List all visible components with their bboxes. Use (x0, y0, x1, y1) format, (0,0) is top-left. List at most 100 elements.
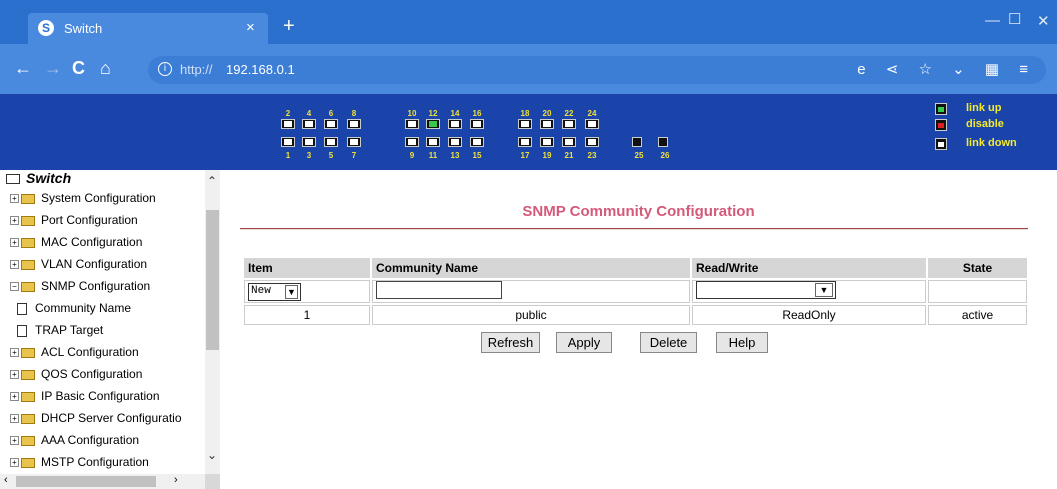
refresh-button[interactable]: Refresh (481, 332, 540, 353)
chevron-down-icon: ▼ (285, 285, 298, 299)
port-status-banner: 2 4 6 8 10 12 14 16 18 20 22 24 1 3 5 7 9 11 13 15 17 19 21 23 2… (0, 94, 1057, 170)
sidebar-item-acl-configuration[interactable]: + ACL Configuration (10, 345, 139, 365)
sidebar-item-aaa-configuration[interactable]: + AAA Configuration (10, 433, 139, 453)
legend-disable-icon (935, 119, 947, 131)
browser-tab-bar: S Switch × + — ☐ ✕ (0, 0, 1057, 44)
item-cell: New ▼ (244, 280, 370, 303)
page-title: SNMP Community Configuration (522, 203, 755, 220)
port-4-icon[interactable] (302, 117, 316, 129)
address-bar-row: ← → C ⌂ i http:// 192.168.0.1 e ⋖ ☆ ⌄ ▦ … (0, 44, 1057, 94)
folder-icon (21, 215, 35, 226)
url-scheme: http:// (180, 62, 213, 77)
config-tree: Switch + System Configuration + Port Config… (0, 170, 205, 474)
port-18-icon[interactable] (518, 117, 532, 129)
sidebar-vertical-scrollbar[interactable]: ⌃ ⌄ (205, 170, 220, 474)
sidebar-item-snmp-configuration[interactable]: − SNMP Configuration (10, 279, 150, 299)
toolbar-icons[interactable]: e ⋖ ☆ ⌄ ▦ ≡ (857, 60, 1036, 78)
port-6-icon[interactable] (324, 117, 338, 129)
port-20-icon[interactable] (540, 117, 554, 129)
scroll-down-icon[interactable]: ⌄ (207, 448, 217, 462)
maximize-icon[interactable]: ☐ (1008, 10, 1021, 28)
port-2-icon[interactable] (281, 117, 295, 129)
delete-button[interactable]: Delete (640, 332, 697, 353)
folder-icon (21, 281, 35, 292)
browser-tab[interactable]: S Switch × (28, 13, 268, 44)
expand-icon[interactable]: + (10, 216, 19, 226)
port-16-icon[interactable] (470, 117, 484, 129)
scroll-left-icon[interactable]: ‹ (4, 474, 8, 486)
expand-icon[interactable]: + (10, 194, 19, 204)
document-icon (17, 302, 27, 315)
port-number: 26 (660, 151, 670, 160)
collapse-icon[interactable]: − (10, 282, 19, 292)
port-number: 3 (306, 151, 312, 160)
reload-icon[interactable]: C (72, 58, 85, 78)
forward-icon[interactable]: → (44, 58, 62, 78)
port-23-icon[interactable] (585, 135, 599, 147)
sidebar-item-vlan-configuration[interactable]: + VLAN Configuration (10, 257, 147, 277)
table-row[interactable]: 1 public ReadOnly active (244, 305, 1027, 325)
row-state: active (928, 305, 1027, 325)
sidebar-item-ip-basic-configuration[interactable]: + IP Basic Configuration (10, 389, 160, 409)
sidebar-item-dhcp-server-configuratio[interactable]: + DHCP Server Configuratio (10, 411, 182, 431)
horizontal-scroll-thumb[interactable] (16, 476, 156, 487)
port-3-icon[interactable] (302, 135, 316, 147)
sidebar-item-mstp-configuration[interactable]: + MSTP Configuration (10, 455, 149, 475)
port-24-icon[interactable] (585, 117, 599, 129)
port-21-icon[interactable] (562, 135, 576, 147)
new-tab-button[interactable]: + (283, 16, 295, 36)
expand-icon[interactable]: + (10, 392, 19, 402)
url-field[interactable]: i http:// 192.168.0.1 e ⋖ ☆ ⌄ ▦ ≡ (148, 56, 1046, 84)
sidebar-item-system-configuration[interactable]: + System Configuration (10, 191, 156, 211)
expand-icon[interactable]: + (10, 370, 19, 380)
home-icon[interactable]: ⌂ (100, 58, 111, 78)
sidebar-item-qos-configuration[interactable]: + QOS Configuration (10, 367, 142, 387)
port-8-icon[interactable] (347, 117, 361, 129)
port-9-icon[interactable] (405, 135, 419, 147)
tab-close-icon[interactable]: × (246, 19, 255, 36)
port-11-icon[interactable] (426, 135, 440, 147)
expand-icon[interactable]: + (10, 436, 19, 446)
tree-root[interactable]: Switch (6, 170, 71, 190)
port-5-icon[interactable] (324, 135, 338, 147)
port-number: 7 (351, 151, 357, 160)
apply-button[interactable]: Apply (556, 332, 612, 353)
help-button[interactable]: Help (716, 332, 768, 353)
port-19-icon[interactable] (540, 135, 554, 147)
scroll-up-icon[interactable]: ⌃ (207, 174, 217, 188)
port-10-icon[interactable] (405, 117, 419, 129)
sidebar-item-trap-target[interactable]: TRAP Target (17, 323, 103, 343)
folder-icon (21, 435, 35, 446)
expand-icon[interactable]: + (10, 348, 19, 358)
community-name-input[interactable] (376, 281, 502, 299)
port-12-icon[interactable] (426, 117, 440, 129)
port-1-icon[interactable] (281, 135, 295, 147)
legend-disable-label: disable (966, 118, 1004, 130)
vertical-scroll-thumb[interactable] (206, 210, 219, 350)
sidebar-horizontal-scrollbar[interactable]: ‹ › (0, 474, 205, 489)
document-icon (17, 324, 27, 337)
port-15-icon[interactable] (470, 135, 484, 147)
url-host: 192.168.0.1 (226, 62, 295, 77)
port-17-icon[interactable] (518, 135, 532, 147)
port-7-icon[interactable] (347, 135, 361, 147)
scroll-right-icon[interactable]: › (174, 474, 178, 486)
port-26-icon[interactable] (658, 135, 668, 147)
port-14-icon[interactable] (448, 117, 462, 129)
back-icon[interactable]: ← (14, 58, 32, 78)
port-22-icon[interactable] (562, 117, 576, 129)
sidebar-item-mac-configuration[interactable]: + MAC Configuration (10, 235, 142, 255)
minimize-icon[interactable]: — (985, 12, 1000, 29)
port-13-icon[interactable] (448, 135, 462, 147)
expand-icon[interactable]: + (10, 458, 19, 468)
sidebar-item-port-configuration[interactable]: + Port Configuration (10, 213, 138, 233)
sidebar-item-community-name[interactable]: Community Name (17, 301, 131, 321)
item-select[interactable]: New ▼ (248, 283, 301, 301)
expand-icon[interactable]: + (10, 414, 19, 424)
expand-icon[interactable]: + (10, 260, 19, 270)
expand-icon[interactable]: + (10, 238, 19, 248)
port-25-icon[interactable] (632, 135, 642, 147)
read-write-select[interactable]: ▼ (696, 281, 836, 299)
close-window-icon[interactable]: ✕ (1037, 12, 1050, 30)
folder-icon (21, 237, 35, 248)
